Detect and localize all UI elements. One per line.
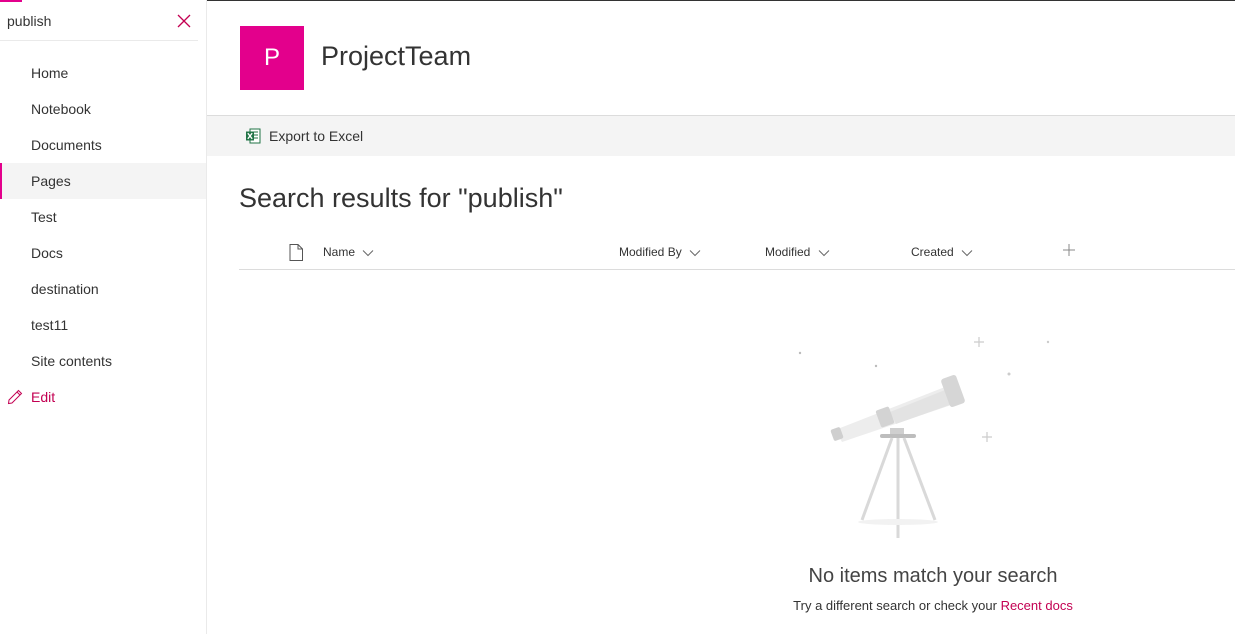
column-created-label: Created: [911, 245, 954, 259]
empty-state-message: Try a different search or check your: [793, 598, 997, 613]
search-input[interactable]: [7, 13, 167, 29]
left-navigation: Home Notebook Documents Pages Test Docs …: [0, 0, 207, 634]
chevron-down-icon: [689, 249, 701, 257]
nav-item-destination[interactable]: destination: [0, 271, 206, 307]
close-icon[interactable]: [175, 12, 193, 30]
column-modified[interactable]: Modified: [765, 245, 830, 259]
command-bar: Export to Excel: [207, 116, 1235, 156]
empty-state-subtitle: Try a different search or check your Rec…: [733, 598, 1133, 613]
export-to-excel-button[interactable]: Export to Excel: [245, 125, 363, 147]
column-modified-label: Modified: [765, 245, 811, 259]
excel-icon: [246, 128, 261, 144]
column-created[interactable]: Created: [911, 245, 973, 259]
nav-item-notebook[interactable]: Notebook: [0, 91, 206, 127]
column-name[interactable]: Name: [323, 245, 374, 259]
chevron-down-icon: [363, 249, 374, 257]
nav-item-pages[interactable]: Pages: [0, 163, 206, 199]
nav-item-home[interactable]: Home: [0, 55, 206, 91]
pencil-icon: [7, 389, 23, 405]
list-column-headers: Name Modified By Modified Created: [239, 236, 1235, 270]
add-column-icon[interactable]: [1062, 243, 1076, 257]
telescope-illustration: [798, 337, 1050, 538]
site-logo[interactable]: P: [240, 26, 304, 90]
search-box: [0, 2, 198, 41]
column-modified-by-label: Modified By: [619, 245, 682, 259]
nav-list: Home Notebook Documents Pages Test Docs …: [0, 55, 206, 415]
nav-edit-link[interactable]: Edit: [0, 379, 206, 415]
nav-item-test[interactable]: Test: [0, 199, 206, 235]
recent-docs-link[interactable]: Recent docs: [1001, 598, 1073, 613]
page-title: Search results for "publish": [239, 183, 563, 213]
column-name-label: Name: [323, 245, 356, 259]
chevron-down-icon: [818, 249, 830, 257]
site-title[interactable]: ProjectTeam: [321, 41, 471, 72]
empty-state-title: No items match your search: [808, 565, 1058, 587]
nav-item-documents[interactable]: Documents: [0, 127, 206, 163]
document-type-icon[interactable]: [289, 244, 303, 261]
site-header: P ProjectTeam: [207, 0, 1235, 116]
nav-item-test11[interactable]: test11: [0, 307, 206, 343]
export-label: Export to Excel: [269, 128, 364, 144]
column-modified-by[interactable]: Modified By: [619, 245, 701, 259]
edit-label: Edit: [31, 389, 56, 405]
nav-item-docs[interactable]: Docs: [0, 235, 206, 271]
sharepoint-page: Home Notebook Documents Pages Test Docs …: [0, 0, 1235, 634]
nav-item-site-contents[interactable]: Site contents: [0, 343, 206, 379]
chevron-down-icon: [961, 249, 973, 257]
